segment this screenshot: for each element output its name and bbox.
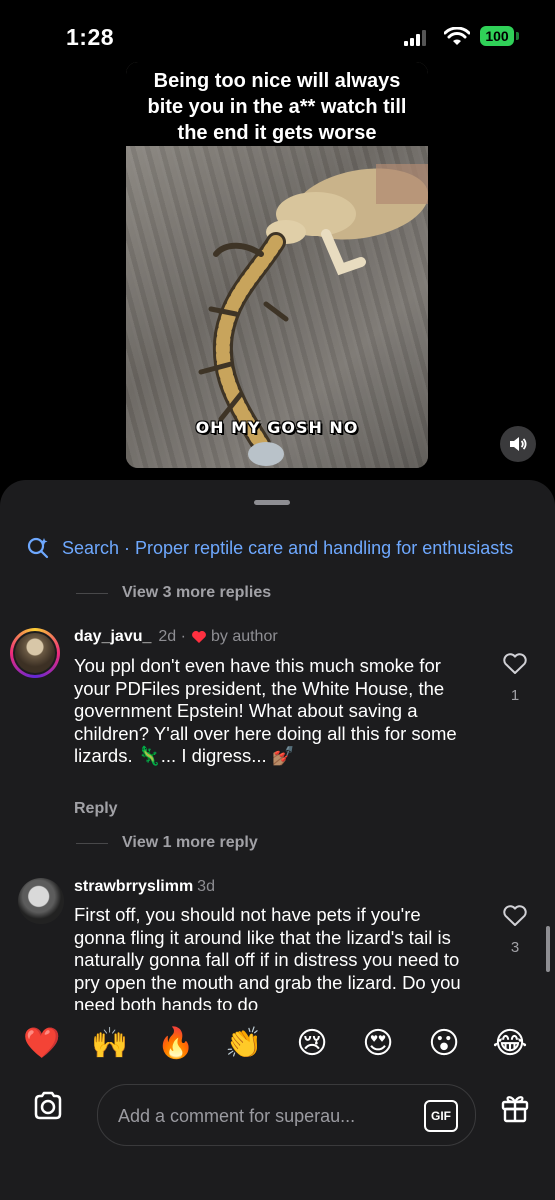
camera-icon[interactable]	[30, 1088, 66, 1124]
search-link-text: Search · Proper reptile care and handlin…	[62, 537, 514, 558]
heart-outline-icon	[503, 905, 527, 926]
emoji-fire[interactable]: 🔥	[156, 1024, 196, 1064]
comment-header: strawbrryslimm 3d	[74, 878, 215, 896]
speaker-icon	[510, 437, 527, 451]
related-search-link[interactable]: Search · Proper reptile care and handlin…	[26, 536, 555, 560]
divider-line	[76, 592, 108, 594]
view-more-replies-button[interactable]: View 1 more reply	[76, 834, 258, 852]
battery-tip	[516, 32, 519, 40]
comment-username[interactable]: day_javu_	[74, 628, 151, 646]
like-count: 1	[510, 687, 520, 704]
heart-filled-icon	[192, 631, 206, 643]
comment-like[interactable]: 3	[500, 904, 530, 956]
comment-username[interactable]: strawbrryslimm	[74, 878, 193, 896]
emoji-heart-eyes[interactable]: 😍	[358, 1024, 398, 1064]
comment-text: You ppl don't even have this much smoke …	[74, 655, 457, 766]
comment-like[interactable]: 1	[500, 652, 530, 704]
like-count: 3	[510, 939, 520, 956]
video-player[interactable]: Being too nice will always bite you in t…	[126, 62, 428, 468]
battery-indicator: 100	[480, 26, 514, 46]
scrollbar-thumb[interactable]	[546, 926, 550, 972]
video-caption-top: Being too nice will always bite you in t…	[126, 62, 428, 146]
video-caption-bottom: OH MY GOSH NO	[195, 418, 359, 437]
comment-input[interactable]	[116, 1085, 400, 1147]
status-time: 1:28	[66, 24, 115, 50]
liked-by-author-label: by author	[210, 628, 278, 645]
wifi-icon	[444, 27, 470, 45]
view-more-label: View 1 more reply	[122, 834, 258, 851]
avatar[interactable]	[18, 878, 64, 924]
comment-text: First off, you should not have pets if y…	[74, 904, 461, 1015]
emoji-red-heart[interactable]: ❤️	[22, 1024, 62, 1064]
emoji-clapping-hands[interactable]: 👏	[224, 1024, 264, 1064]
comments-sheet: Search · Proper reptile care and handlin…	[0, 480, 555, 1200]
avatar	[15, 633, 55, 673]
divider-line	[76, 842, 108, 844]
comment-age: 2d ·	[158, 628, 186, 645]
view-more-label: View 3 more replies	[122, 584, 272, 601]
heart-outline-icon	[503, 653, 527, 674]
gif-button[interactable]: GIF	[424, 1100, 458, 1132]
sheet-drag-handle[interactable]	[254, 500, 290, 505]
avatar-story-ring[interactable]	[10, 628, 60, 678]
status-bar: 1:28 100	[0, 0, 555, 70]
cellular-signal-icon	[404, 30, 426, 46]
view-more-replies-button[interactable]: View 3 more replies	[76, 584, 271, 602]
search-icon	[27, 537, 49, 559]
emoji-raising-hands[interactable]: 🙌	[90, 1024, 130, 1064]
emoji-surprised-face[interactable]: 😮	[424, 1024, 464, 1064]
emoji-crying-face[interactable]: 😢	[292, 1024, 332, 1064]
mute-toggle-button[interactable]	[500, 426, 536, 462]
comment-input-pill: GIF	[97, 1084, 476, 1147]
gift-icon[interactable]	[498, 1090, 532, 1124]
comment-header: day_javu_ 2d · by author	[74, 628, 278, 646]
emoji-quick-bar: ❤️ 🙌 🔥 👏 😢 😍 😮 😂	[0, 1010, 555, 1080]
comment-composer: GIF	[0, 1074, 555, 1200]
emoji-tears-of-joy[interactable]: 😂	[490, 1024, 530, 1064]
caption-top-text: Being too nice will always bite you in t…	[147, 70, 407, 144]
comment-age: 3d	[197, 878, 215, 895]
reply-button[interactable]: Reply	[74, 800, 118, 818]
